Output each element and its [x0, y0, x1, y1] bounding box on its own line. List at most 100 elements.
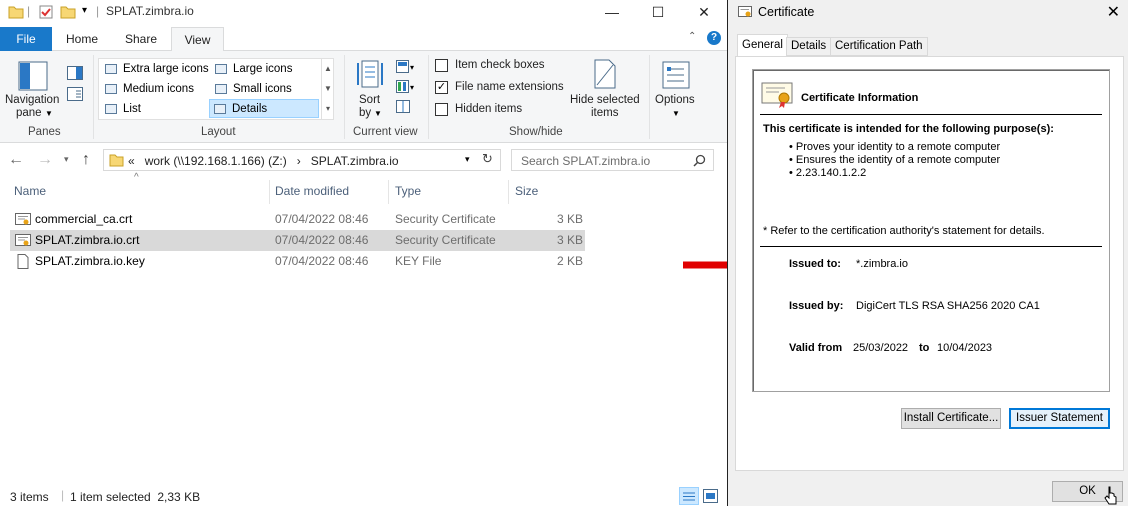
close-button[interactable]: ✕ — [681, 0, 727, 24]
item-check-boxes-label[interactable]: Item check boxes — [455, 59, 544, 71]
tab-home[interactable]: Home — [57, 27, 107, 51]
column-separator[interactable] — [508, 180, 509, 204]
group-label-current-view: Current view — [353, 126, 418, 138]
svg-text:▾: ▾ — [410, 63, 414, 72]
refresh-icon[interactable]: ↻ — [482, 151, 493, 167]
valid-to-label: to — [919, 342, 930, 354]
options-icon[interactable] — [662, 61, 690, 89]
issuer-statement-button[interactable]: Issuer Statement — [1009, 408, 1110, 429]
search-icon[interactable] — [693, 154, 706, 167]
breadcrumb-separator[interactable]: › — [297, 154, 301, 168]
column-header-date[interactable]: Date modified — [275, 183, 349, 203]
file-row[interactable]: SPLAT.zimbra.io.key 07/04/2022 08:46 KEY… — [10, 251, 585, 272]
authority-note: * Refer to the certification authority's… — [763, 225, 1045, 237]
file-name[interactable]: commercial_ca.crt — [35, 212, 132, 226]
layout-scroll[interactable]: ▲ ▼ ▾ — [321, 59, 334, 119]
tab-view[interactable]: View — [171, 27, 224, 52]
breadcrumb-work-drive[interactable]: work (\\192.168.1.166) (Z:) — [145, 154, 287, 168]
valid-from-value: 25/03/2022 — [853, 342, 909, 354]
address-field[interactable]: « work (\\192.168.1.166) (Z:) › SPLAT.zi… — [103, 149, 501, 171]
file-size: 3 KB — [557, 233, 584, 247]
column-header-size[interactable]: Size — [515, 183, 538, 203]
list-icon — [105, 104, 117, 114]
new-folder-icon[interactable] — [60, 4, 76, 20]
file-name[interactable]: SPLAT.zimbra.io.crt — [35, 233, 139, 247]
file-name[interactable]: SPLAT.zimbra.io.key — [35, 254, 145, 268]
details-view-icon[interactable] — [679, 487, 699, 505]
customize-toolbar-icon[interactable]: ▾ — [82, 5, 87, 16]
tab-file[interactable]: File — [0, 27, 52, 51]
file-row[interactable]: commercial_ca.crt 07/04/2022 08:46 Secur… — [10, 209, 585, 230]
tab-general[interactable]: General — [737, 34, 788, 57]
hide-selected-items-icon[interactable] — [592, 59, 618, 89]
item-check-boxes-checkbox[interactable] — [435, 59, 448, 72]
navigation-pane-icon[interactable] — [18, 61, 48, 91]
folder-icon — [8, 6, 24, 19]
address-dropdown-icon[interactable]: ▾ — [465, 154, 470, 165]
explorer-window: | ▾ | SPLAT.zimbra.io — ☐ ✕ File Home Sh… — [0, 0, 727, 506]
layout-small-icons[interactable]: Small icons — [211, 80, 319, 99]
forward-arrow-icon[interactable]: → — [37, 151, 53, 169]
group-label-show-hide: Show/hide — [509, 126, 563, 138]
column-header-type[interactable]: Type — [395, 183, 421, 203]
column-separator[interactable] — [388, 180, 389, 204]
tab-share[interactable]: Share — [114, 27, 168, 51]
sort-by-icon[interactable] — [356, 59, 384, 89]
details-pane-icon[interactable] — [67, 87, 83, 101]
layout-details[interactable]: Details — [209, 99, 319, 118]
navigation-pane-label-2[interactable]: pane — [16, 107, 42, 119]
layout-medium-icons[interactable]: Medium icons — [101, 80, 209, 99]
tab-details[interactable]: Details — [786, 37, 832, 56]
file-date: 07/04/2022 08:46 — [275, 254, 369, 268]
title-bar: | ▾ | SPLAT.zimbra.io — ☐ ✕ — [0, 0, 727, 24]
close-button[interactable]: ✕ — [1107, 2, 1120, 22]
extra-large-icons-icon — [105, 64, 117, 74]
search-input[interactable]: Search SPLAT.zimbra.io — [521, 154, 650, 168]
preview-pane-icon[interactable] — [67, 66, 83, 80]
certificate-file-icon — [15, 234, 31, 246]
file-name-extensions-label[interactable]: File name extensions — [455, 81, 564, 93]
file-row-selected[interactable]: SPLAT.zimbra.io.crt 07/04/2022 08:46 Sec… — [10, 230, 585, 251]
chevron-down-icon: ▼ — [374, 109, 382, 118]
large-icons-view-icon[interactable] — [703, 489, 718, 503]
search-box[interactable]: Search SPLAT.zimbra.io — [511, 149, 714, 171]
layout-list[interactable]: List — [101, 100, 209, 119]
purpose-item: • Proves your identity to a remote compu… — [789, 141, 1001, 153]
breadcrumb-current-folder[interactable]: SPLAT.zimbra.io — [311, 154, 399, 168]
column-separator[interactable] — [269, 180, 270, 204]
breadcrumb-overflow[interactable]: « — [128, 154, 135, 168]
layout-large-icons[interactable]: Large icons — [211, 60, 319, 79]
back-arrow-icon[interactable]: ← — [8, 151, 24, 169]
hidden-items-checkbox[interactable] — [435, 103, 448, 116]
sort-by-label-2[interactable]: by — [359, 107, 371, 119]
install-certificate-button[interactable]: Install Certificate... — [901, 408, 1001, 429]
collapse-ribbon-icon[interactable]: ⌃ — [688, 31, 696, 42]
window-title: SPLAT.zimbra.io — [106, 4, 194, 18]
minimize-button[interactable]: — — [589, 0, 635, 24]
recent-locations-icon[interactable]: ▾ — [64, 154, 69, 165]
help-icon[interactable]: ? — [707, 31, 721, 45]
up-arrow-icon[interactable]: ↑ — [82, 151, 90, 169]
options-label[interactable]: Options — [655, 94, 695, 106]
tab-certification-path[interactable]: Certification Path — [830, 37, 928, 56]
column-header-name[interactable]: Name — [14, 183, 46, 203]
size-columns-icon[interactable] — [396, 100, 412, 114]
medium-icons-icon — [105, 84, 117, 94]
sort-ascending-icon: ^ — [134, 172, 139, 183]
layout-extra-large-icons[interactable]: Extra large icons — [101, 60, 209, 79]
sort-by-label[interactable]: Sort — [359, 94, 380, 106]
navigation-pane-label[interactable]: Navigation — [5, 94, 59, 106]
item-count: 3 items — [10, 490, 49, 504]
maximize-button[interactable]: ☐ — [635, 0, 681, 24]
file-size: 3 KB — [557, 212, 584, 226]
hidden-items-label[interactable]: Hidden items — [455, 103, 522, 115]
folder-icon — [109, 154, 124, 167]
file-name-extensions-checkbox[interactable]: ✓ — [435, 81, 448, 94]
file-type: KEY File — [395, 254, 442, 268]
properties-icon[interactable] — [38, 4, 54, 20]
hide-selected-items-label[interactable]: Hide selected — [570, 94, 640, 106]
hide-selected-items-label-2[interactable]: items — [591, 107, 618, 119]
file-date: 07/04/2022 08:46 — [275, 233, 369, 247]
add-columns-icon[interactable]: ▾ — [396, 80, 416, 94]
group-by-icon[interactable]: ▾ — [396, 60, 416, 74]
